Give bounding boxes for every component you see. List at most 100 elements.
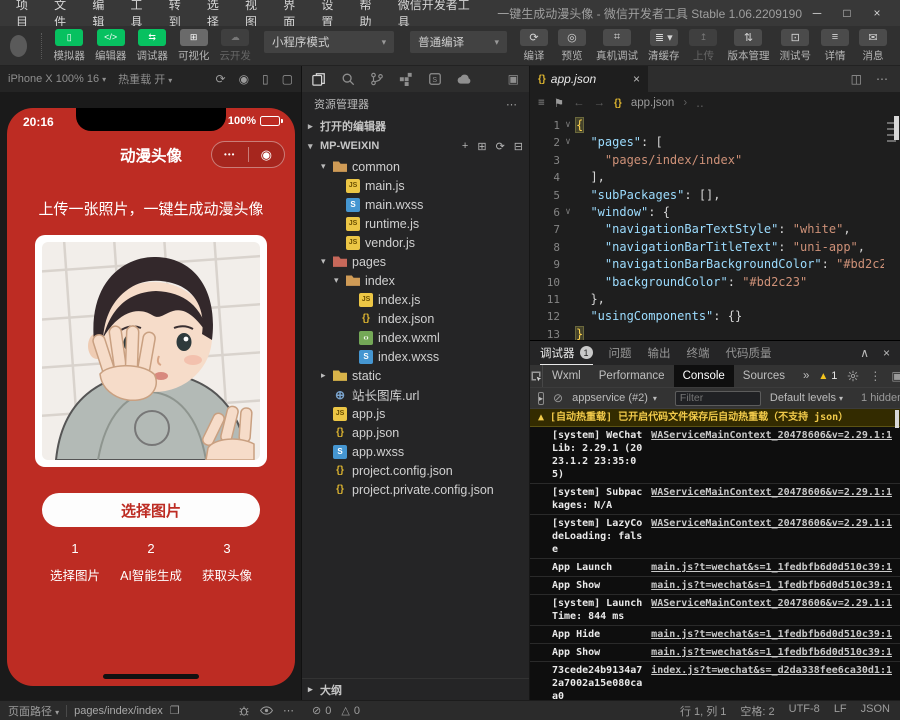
encoding-setting[interactable]: UTF-8 (789, 703, 820, 719)
console-filter-input[interactable] (675, 391, 761, 406)
new-file-icon[interactable]: + (462, 140, 468, 153)
code-line-7[interactable]: 7 "navigationBarTextStyle": "white", (530, 221, 900, 238)
files-icon[interactable] (312, 72, 326, 86)
devtools-tab-Wxml[interactable]: Wxml (543, 365, 590, 387)
tree-item-common[interactable]: ▾common (302, 157, 529, 176)
devtools-tab-Performance[interactable]: Performance (590, 365, 674, 387)
devtools-tab-Console[interactable]: Console (674, 365, 734, 387)
fold-icon[interactable]: ∨ (560, 117, 576, 134)
record-icon[interactable]: ◉ (239, 72, 249, 86)
window-mode-icon[interactable]: ▢ (282, 72, 293, 86)
compile-mode-dropdown[interactable]: 普通编译 ▾ (410, 31, 507, 53)
search-icon[interactable] (341, 72, 355, 86)
capsule-menu[interactable]: ••• ◉ (211, 141, 285, 168)
console-source-link[interactable]: WAServiceMainContext_20478606&v=2.29.1:1 (651, 486, 892, 512)
kebab-menu-icon[interactable]: ⋮ (869, 369, 881, 383)
panel-tab-调试器[interactable]: 调试器1 (540, 341, 593, 365)
outline-list-icon[interactable]: ≡ (538, 97, 545, 109)
console-source-link[interactable]: main.js?t=wechat&s=1_1fedbfb6d0d510c39:1 (651, 628, 892, 641)
refresh-icon[interactable]: ⟳ (216, 72, 226, 86)
editor-scrollbar[interactable] (894, 116, 899, 140)
toolbar-button-消息[interactable]: ✉消息 (859, 29, 887, 63)
devtools-tab-»[interactable]: » (794, 365, 818, 387)
maximize-icon[interactable]: □ (832, 6, 862, 20)
tree-item-project.private.config.json[interactable]: {}project.private.config.json (302, 480, 529, 499)
nav-back-icon[interactable]: ← (573, 97, 585, 109)
cursor-position[interactable]: 行 1, 列 1 (680, 703, 726, 719)
capsule-close-icon[interactable]: ◉ (249, 147, 285, 163)
console-sidebar-icon[interactable]: ▸ (538, 392, 544, 405)
tree-item-project.config.json[interactable]: {}project.config.json (302, 461, 529, 480)
outline-section[interactable]: ▸ 大纲 (302, 678, 529, 700)
dock-side-icon[interactable]: ▣ (891, 369, 900, 383)
statusbar-more-icon[interactable]: ⋯ (283, 704, 294, 717)
devtools-tab-Sources[interactable]: Sources (734, 365, 794, 387)
log-levels-dropdown[interactable]: Default levels ▾ (770, 392, 843, 404)
panel-tab-代码质量[interactable]: 代码质量 (726, 341, 772, 365)
close-panel-icon[interactable]: × (883, 346, 890, 360)
page-path-dropdown[interactable]: 页面路径 ▾ (8, 703, 59, 719)
hot-reload-toggle[interactable]: 热重载 开▾ (118, 71, 172, 87)
tree-item-index.json[interactable]: {}index.json (302, 309, 529, 328)
collapse-folders-icon[interactable]: ⊟ (514, 140, 523, 153)
more-actions-icon[interactable]: ⋯ (506, 98, 517, 111)
toolbar-button-清缓存[interactable]: ≣ ▾清缓存 (648, 29, 680, 63)
eol-setting[interactable]: LF (834, 703, 847, 719)
code-line-5[interactable]: 5 "subPackages": [], (530, 187, 900, 204)
code-line-11[interactable]: 11 }, (530, 291, 900, 308)
bug-icon[interactable] (238, 705, 250, 717)
user-avatar[interactable] (10, 35, 27, 57)
problems-counter[interactable]: ⊘0 △0 (302, 704, 360, 717)
panel-tab-输出[interactable]: 输出 (648, 341, 671, 365)
code-line-6[interactable]: 6∨ "window": { (530, 204, 900, 221)
fold-icon[interactable]: ∨ (560, 134, 576, 151)
tree-item-static[interactable]: ▸static (302, 366, 529, 385)
code-line-10[interactable]: 10 "backgroundColor": "#bd2c23" (530, 274, 900, 291)
tree-item-main.js[interactable]: JSmain.js (302, 176, 529, 195)
bookmark-icon[interactable]: ⚑ (554, 96, 564, 110)
tree-item-app.json[interactable]: {}app.json (302, 423, 529, 442)
collapse-panel-icon[interactable]: ∧ (860, 346, 869, 360)
eye-icon[interactable] (260, 706, 273, 715)
code-line-2[interactable]: 2∨ "pages": [ (530, 134, 900, 151)
toolbar-button-调试器[interactable]: ⇆调试器 (136, 29, 168, 63)
open-editors-section[interactable]: ▸ 打开的编辑器 (302, 116, 529, 136)
toolbar-button-模拟器[interactable]: ▯模拟器 (53, 29, 85, 63)
code-line-1[interactable]: 1∨{ (530, 117, 900, 134)
toolbar-button-可视化[interactable]: ⊞可视化 (178, 29, 210, 63)
console-source-link[interactable]: main.js?t=wechat&s=1_1fedbfb6d0d510c39:1 (651, 579, 892, 592)
toolbar-button-详情[interactable]: ≡详情 (821, 29, 849, 63)
minimize-icon[interactable]: ─ (802, 6, 832, 20)
indent-setting[interactable]: 空格: 2 (740, 703, 774, 719)
collapse-sidebar-icon[interactable]: ▣ (508, 72, 519, 86)
clear-console-icon[interactable]: ⊘ (553, 391, 563, 405)
code-line-9[interactable]: 9 "navigationBarBackgroundColor": "#bd2c… (530, 256, 900, 273)
context-selector[interactable]: appservice (#2) ▾ (572, 392, 657, 404)
console-source-link[interactable]: WAServiceMainContext_20478606&v=2.29.1:1 (651, 517, 892, 556)
phone-frame-icon[interactable]: ▯ (262, 72, 269, 86)
tree-item-index[interactable]: ▾index (302, 271, 529, 290)
tree-item-vendor.js[interactable]: JSvendor.js (302, 233, 529, 252)
toolbar-button-编辑器[interactable]: </>编辑器 (95, 29, 127, 63)
tree-item-index.wxss[interactable]: Sindex.wxss (302, 347, 529, 366)
mode-dropdown[interactable]: 小程序模式 ▾ (264, 31, 394, 53)
console-scrollbar[interactable] (895, 410, 899, 428)
copy-path-icon[interactable]: ❐ (170, 704, 180, 717)
gear-icon[interactable] (847, 370, 859, 382)
tab-app-json[interactable]: {} app.json × (530, 66, 648, 92)
toolbar-button-编译[interactable]: ⟳编译 (520, 29, 548, 63)
console-source-link[interactable]: WAServiceMainContext_20478606&v=2.29.1:1 (651, 597, 892, 623)
tree-item-app.js[interactable]: JSapp.js (302, 404, 529, 423)
project-root-section[interactable]: ▾ MP-WEIXIN + ⊞ ⟳ ⊟ (302, 136, 529, 156)
tree-item-runtime.js[interactable]: JSruntime.js (302, 214, 529, 233)
console-source-link[interactable]: WAServiceMainContext_20478606&v=2.29.1:1 (651, 429, 892, 481)
new-folder-icon[interactable]: ⊞ (477, 140, 486, 153)
tree-item-站长图库.url[interactable]: ⊕站长图库.url (302, 385, 529, 404)
tree-item-index.js[interactable]: JSindex.js (302, 290, 529, 309)
code-line-8[interactable]: 8 "navigationBarTitleText": "uni-app", (530, 239, 900, 256)
close-icon[interactable]: × (862, 6, 892, 20)
refresh-explorer-icon[interactable]: ⟳ (496, 140, 505, 153)
code-line-12[interactable]: 12 "usingComponents": {} (530, 308, 900, 325)
code-line-13[interactable]: 13} (530, 326, 900, 340)
device-selector[interactable]: iPhone X 100% 16▾ (8, 73, 106, 85)
